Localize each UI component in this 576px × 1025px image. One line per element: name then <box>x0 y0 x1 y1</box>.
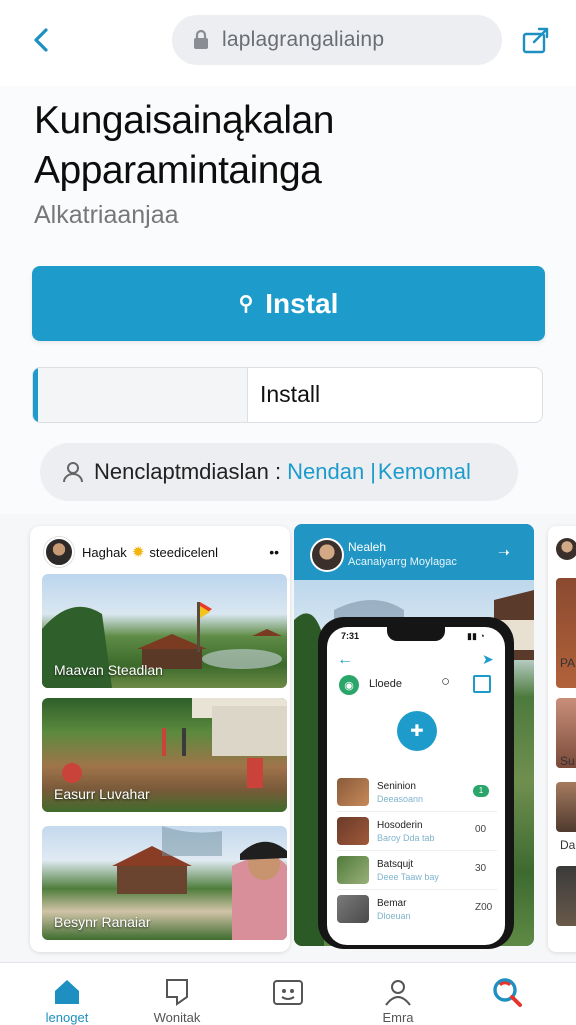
install-icon: ⚲ <box>238 293 254 315</box>
list-item: Hosoderin Baroy Dda tab 00 <box>337 811 497 850</box>
list-item-badge: 1 <box>473 785 489 797</box>
lock-icon <box>190 29 212 51</box>
top-bar: laplagrangaliainp <box>0 0 576 86</box>
tab-search[interactable] <box>452 963 562 1025</box>
developer-label: Nenclaptmdiaslan : <box>94 459 282 484</box>
app-title: Kungaisainąkalan Apparamintainga <box>34 96 554 196</box>
back-button[interactable] <box>30 26 54 54</box>
bottom-tab-bar: lenoget Wonitak Emra <box>0 962 576 1025</box>
more-icon[interactable]: •• <box>269 544 279 560</box>
post-photo-1[interactable]: Maavan Steadlan <box>42 574 287 688</box>
post-photo-3[interactable]: Besynr Ranaiar <box>42 826 287 940</box>
share-button[interactable] <box>520 24 552 56</box>
post-photo-2[interactable]: Easurr Luvahar <box>42 698 287 812</box>
chevron-left-icon <box>34 28 48 52</box>
profile-card-icon <box>271 975 305 1009</box>
photo-caption-3: Besynr Ranaiar <box>54 914 151 930</box>
tab-bookmark[interactable]: Wonitak <box>122 963 232 1025</box>
install-progress-fill <box>33 368 248 422</box>
phone-list: Seninion Deeasoann 1 Hosoderin Baroy Dda… <box>337 773 497 928</box>
phone-time: 7:31 <box>341 631 360 641</box>
tab-profile-card[interactable] <box>233 963 343 1025</box>
tab-home-label: lenoget <box>45 1010 89 1025</box>
back-arrow-icon: ← <box>337 651 353 668</box>
install-primary-label: Instal <box>265 287 339 319</box>
list-item-value: 00 <box>475 824 487 835</box>
developer-chip[interactable]: Nenclaptmdiaslan : Nendan | Kemomal <box>40 443 518 501</box>
developer-link-2[interactable]: Kemomal <box>378 459 471 485</box>
post-header: Haghak ✹ steedicelenl •• <box>44 537 279 567</box>
card2-subtitle: Acanaiyarrg Moylagac <box>348 556 457 568</box>
bookmark-icon <box>160 975 194 1008</box>
list-item-sub: Dloeuan <box>377 910 411 921</box>
people-icon <box>381 975 415 1008</box>
arrow-right-icon[interactable]: ➝ <box>498 544 510 561</box>
list-item-sub: Deeasoann <box>377 793 424 804</box>
card3-image-3 <box>556 782 576 832</box>
app-title-line-2: Apparamintainga <box>34 149 322 192</box>
home-icon <box>50 975 84 1008</box>
card3-image-1 <box>556 578 576 688</box>
tab-people-label: Emra <box>382 1010 414 1025</box>
phone-status-icons: ▮▮ ◔ <box>467 631 485 641</box>
tab-people[interactable]: Emra <box>343 963 453 1025</box>
chart-icon <box>473 675 491 693</box>
card3-label-2: Su <box>560 754 575 768</box>
list-item: Seninion Deeasoann 1 <box>337 773 497 811</box>
list-item-name: Batsqujt <box>377 858 414 870</box>
list-item: Bemar Dloeuan Z00 <box>337 889 497 928</box>
list-item: Batsqujt Deee Taaw bay 30 <box>337 850 497 889</box>
card3-label-3: Da <box>560 838 576 852</box>
developer-separator: | <box>370 459 376 484</box>
list-thumbnail <box>337 895 369 923</box>
tab-home[interactable]: lenoget <box>12 963 122 1025</box>
tab-bookmark-label: Wonitak <box>153 1010 201 1025</box>
card2-header: Nealeh Acanaiyarrg Moylagac ➝ <box>294 524 534 580</box>
photo-caption-1: Maavan Steadlan <box>54 662 163 678</box>
list-item-name: Bemar <box>377 897 407 909</box>
list-item-value: 30 <box>475 863 487 874</box>
person-icon <box>63 462 83 483</box>
list-item-value: Z00 <box>475 902 493 913</box>
phone-screen: 7:31 ▮▮ ◔ ← ➤ ◉ Lloede ○ ✚ Seninion Deea… <box>327 627 505 945</box>
screenshot-card-3[interactable]: PA Su Da <box>548 526 576 952</box>
search-icon <box>490 975 524 1009</box>
address-bar[interactable]: laplagrangaliainp <box>172 15 502 65</box>
card3-label-1: PA <box>560 656 576 670</box>
post-user-name: Haghak <box>82 544 127 560</box>
install-secondary-label: Install <box>260 381 321 407</box>
post-status: steedicelenl <box>149 544 219 560</box>
app-logo-icon: ◉ <box>339 675 359 695</box>
list-item-name: Seninion <box>377 780 416 792</box>
add-icon: ✚ <box>397 711 437 751</box>
phone-notch <box>387 627 445 641</box>
phone-app-name: Lloede <box>369 678 403 690</box>
sun-icon: ✹ <box>131 544 145 561</box>
photo-caption-2: Easurr Luvahar <box>54 786 150 802</box>
share-icon <box>522 27 549 54</box>
url-text: laplagrangaliainp <box>222 28 385 51</box>
card3-image-4 <box>556 866 576 926</box>
card2-title: Nealeh <box>348 540 387 554</box>
app-subtitle: Alkatriaanjaa <box>34 201 179 229</box>
list-thumbnail <box>337 778 369 806</box>
avatar <box>44 537 74 567</box>
screenshot-card-1[interactable]: Haghak ✹ steedicelenl •• Maavan Steadlan <box>30 526 290 952</box>
send-icon: ➤ <box>482 651 494 667</box>
avatar <box>310 538 344 572</box>
install-progress-edge <box>33 368 38 422</box>
avatar <box>556 538 576 560</box>
search-icon: ○ <box>441 673 451 690</box>
install-primary-button[interactable]: ⚲ Instal <box>32 266 545 341</box>
list-item-sub: Baroy Dda tab <box>377 832 435 843</box>
list-thumbnail <box>337 817 369 845</box>
install-secondary-button[interactable]: Install <box>32 367 543 423</box>
list-thumbnail <box>337 856 369 884</box>
list-item-sub: Deee Taaw bay <box>377 871 439 882</box>
list-item-name: Hosoderin <box>377 819 423 831</box>
app-title-line-1: Kungaisainąkalan <box>34 99 334 142</box>
developer-link[interactable]: Nendan <box>287 459 364 485</box>
